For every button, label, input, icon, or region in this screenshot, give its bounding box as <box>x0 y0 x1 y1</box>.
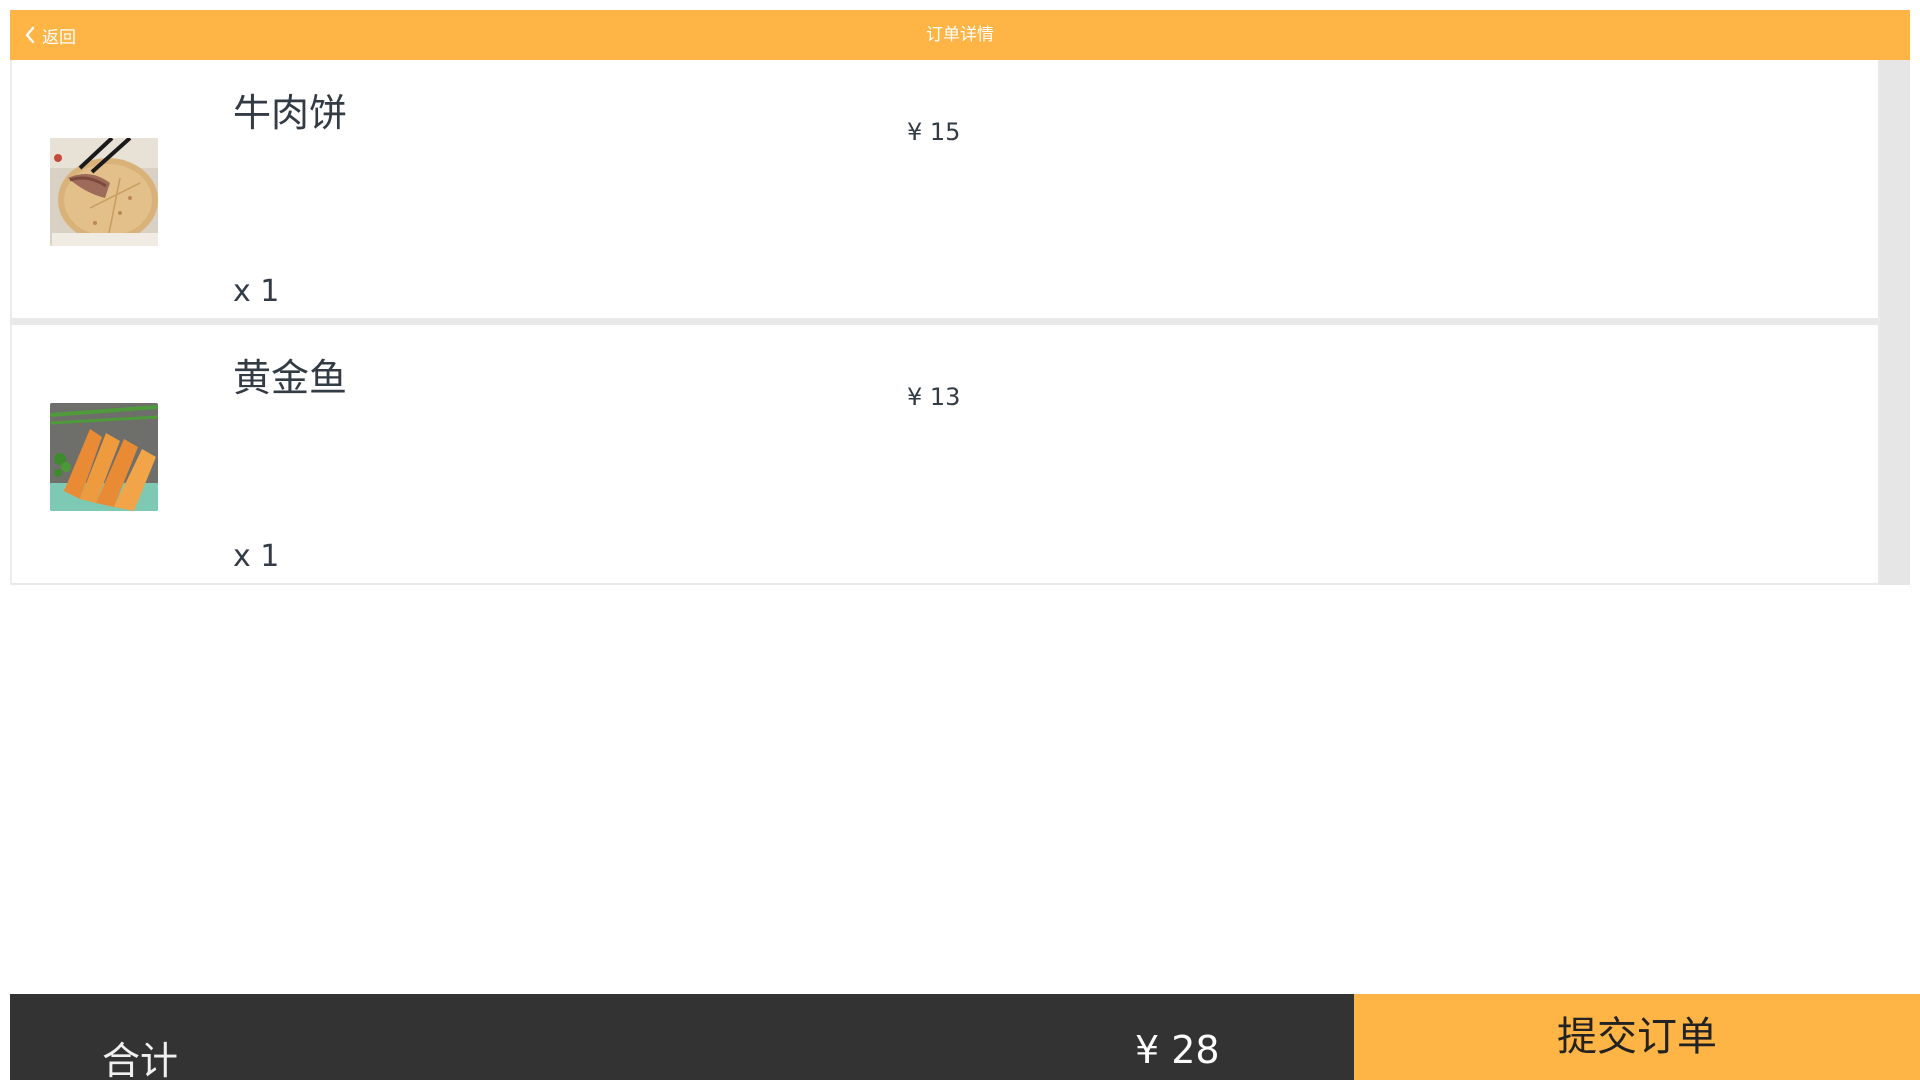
total-section: 合计 ¥ 28 <box>10 994 1354 1080</box>
submit-order-button[interactable]: 提交订单 <box>1354 994 1920 1080</box>
item-price: ¥ 15 <box>907 118 961 146</box>
order-item-list[interactable]: 牛肉饼 ¥ 15 x 1 黄金鱼 ¥ 13 x 1 <box>10 60 1910 585</box>
item-name: 牛肉饼 <box>233 91 348 135</box>
list-item[interactable]: 牛肉饼 ¥ 15 x 1 <box>10 60 1878 318</box>
item-quantity: x 1 <box>233 539 280 574</box>
scrollbar[interactable] <box>1880 60 1910 585</box>
header-bar: 返回 订单详情 <box>10 10 1910 60</box>
page-title: 订单详情 <box>926 25 994 45</box>
golden-fried-fish-image <box>50 403 158 511</box>
total-value: ¥ 28 <box>1135 1028 1220 1072</box>
item-quantity: x 1 <box>233 274 280 309</box>
total-label: 合计 <box>102 1039 179 1080</box>
list-item[interactable]: 黄金鱼 ¥ 13 x 1 <box>10 325 1878 583</box>
item-name: 黄金鱼 <box>233 356 348 400</box>
item-price: ¥ 13 <box>907 383 961 411</box>
beef-pancake-image <box>50 138 158 246</box>
footer-bar: 合计 ¥ 28 提交订单 <box>10 994 1920 1080</box>
order-detail-page: 返回 订单详情 牛肉饼 ¥ 15 x 1 黄金鱼 ¥ 13 x 1 合计 ¥ 2… <box>0 0 1920 1080</box>
